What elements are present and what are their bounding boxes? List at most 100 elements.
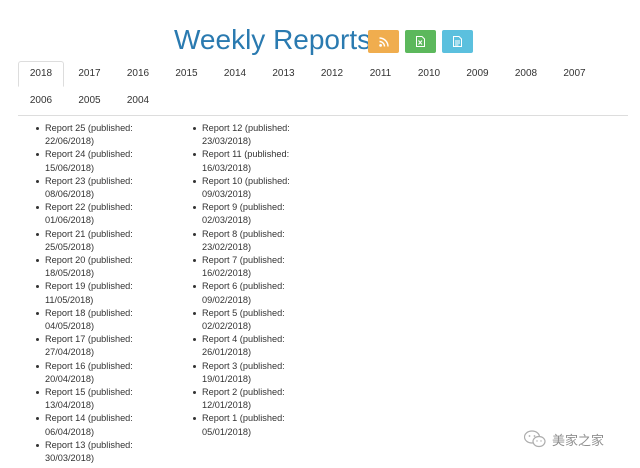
report-date: 19/01/2018) — [202, 373, 252, 384]
report-list-item[interactable]: Report 15 (published: 13/04/2018) — [36, 386, 145, 412]
report-link[interactable]: Report 4 (published: — [202, 334, 285, 344]
report-link[interactable]: Report 15 (published: — [45, 387, 133, 397]
report-link[interactable]: Report 5 (published: — [202, 308, 285, 318]
report-link[interactable]: Report 12 (published: — [202, 123, 290, 133]
report-list-item[interactable]: Report 18 (published: 04/05/2018) — [36, 307, 145, 333]
report-list-item[interactable]: Report 9 (published: 02/03/2018) — [193, 201, 302, 227]
report-list-item[interactable]: Report 1 (published: 05/01/2018) — [193, 412, 302, 438]
report-list-item[interactable]: Report 12 (published: 23/03/2018) — [193, 122, 302, 148]
report-list-item[interactable]: Report 23 (published: 08/06/2018) — [36, 175, 145, 201]
report-list-item[interactable]: Report 11 (published: 16/03/2018) — [193, 148, 302, 174]
report-list-item[interactable]: Report 17 (published: 27/04/2018) — [36, 333, 145, 359]
tabs-divider — [18, 115, 628, 116]
tab-2012[interactable]: 2012 — [309, 61, 355, 87]
report-link[interactable]: Report 8 (published: — [202, 229, 285, 239]
report-date: 08/06/2018) — [45, 189, 95, 200]
rss-icon — [378, 36, 389, 47]
report-date: 02/03/2018) — [202, 215, 252, 226]
report-link[interactable]: Report 18 (published: — [45, 308, 133, 318]
excel-file-icon — [416, 36, 425, 47]
tab-2005[interactable]: 2005 — [67, 88, 113, 114]
report-list-item[interactable]: Report 25 (published: 22/06/2018) — [36, 122, 145, 148]
report-list-item[interactable]: Report 2 (published: 12/01/2018) — [193, 386, 302, 412]
report-date: 04/05/2018) — [45, 321, 95, 332]
report-link[interactable]: Report 7 (published: — [202, 255, 285, 265]
tab-2017[interactable]: 2017 — [67, 61, 113, 87]
tab-2004[interactable]: 2004 — [115, 88, 161, 114]
tab-2008[interactable]: 2008 — [503, 61, 549, 87]
report-date: 20/04/2018) — [45, 373, 95, 384]
page-header: Weekly Reports — [0, 22, 640, 58]
wechat-icon — [524, 430, 546, 448]
report-list-item[interactable]: Report 22 (published: 01/06/2018) — [36, 201, 145, 227]
tab-2011[interactable]: 2011 — [358, 61, 404, 87]
report-date: 06/04/2018) — [45, 426, 95, 437]
report-list-item[interactable]: Report 7 (published: 16/02/2018) — [193, 254, 302, 280]
report-link[interactable]: Report 19 (published: — [45, 281, 133, 291]
tab-2013[interactable]: 2013 — [261, 61, 307, 87]
watermark: 美家之家 — [524, 428, 604, 450]
tab-2018[interactable]: 2018 — [18, 61, 64, 87]
report-link[interactable]: Report 11 (published: — [202, 149, 289, 159]
report-date: 16/03/2018) — [202, 162, 252, 173]
tab-2015[interactable]: 2015 — [164, 61, 210, 87]
document-file-icon — [453, 36, 462, 47]
tab-2016[interactable]: 2016 — [115, 61, 161, 87]
report-list-item[interactable]: Report 8 (published: 23/02/2018) — [193, 228, 302, 254]
tab-2007[interactable]: 2007 — [552, 61, 598, 87]
report-link[interactable]: Report 14 (published: — [45, 413, 133, 423]
report-list-item[interactable]: Report 13 (published: 30/03/2018) — [36, 439, 145, 465]
tab-2006[interactable]: 2006 — [18, 88, 64, 114]
report-link[interactable]: Report 10 (published: — [202, 176, 290, 186]
report-date: 27/04/2018) — [45, 347, 95, 358]
report-date: 30/03/2018) — [45, 453, 95, 464]
tab-2010[interactable]: 2010 — [406, 61, 452, 87]
rss-feed-button[interactable] — [368, 30, 399, 53]
report-list-item[interactable]: Report 14 (published: 06/04/2018) — [36, 412, 145, 438]
report-list-item[interactable]: Report 24 (published: 15/06/2018) — [36, 148, 145, 174]
report-date: 13/04/2018) — [45, 400, 95, 411]
report-date: 09/03/2018) — [202, 189, 252, 200]
report-date: 23/03/2018) — [202, 136, 252, 147]
report-link[interactable]: Report 1 (published: — [202, 413, 285, 423]
report-link[interactable]: Report 25 (published: — [45, 123, 133, 133]
report-link[interactable]: Report 13 (published: — [45, 440, 133, 450]
report-list-column-1: Report 25 (published: 22/06/2018) Report 2… — [36, 122, 145, 465]
report-list-item[interactable]: Report 5 (published: 02/02/2018) — [193, 307, 302, 333]
report-link[interactable]: Report 6 (published: — [202, 281, 285, 291]
report-list-item[interactable]: Report 10 (published: 09/03/2018) — [193, 175, 302, 201]
report-link[interactable]: Report 22 (published: — [45, 202, 133, 212]
report-link[interactable]: Report 21 (published: — [45, 229, 133, 239]
report-list-item[interactable]: Report 16 (published: 20/04/2018) — [36, 360, 145, 386]
report-date: 01/06/2018) — [45, 215, 95, 226]
tab-2014[interactable]: 2014 — [212, 61, 258, 87]
report-date: 26/01/2018) — [202, 347, 252, 358]
report-date: 12/01/2018) — [202, 400, 252, 411]
report-link[interactable]: Report 16 (published: — [45, 361, 133, 371]
report-list-item[interactable]: Report 3 (published: 19/01/2018) — [193, 360, 302, 386]
tab-2009[interactable]: 2009 — [455, 61, 501, 87]
excel-download-button[interactable] — [405, 30, 436, 53]
report-link[interactable]: Report 23 (published: — [45, 176, 133, 186]
report-date: 25/05/2018) — [45, 241, 95, 252]
watermark-text: 美家之家 — [552, 433, 605, 449]
year-tabs: 2018 2017 2016 2015 2014 2013 2012 2011 2010 2009… — [18, 60, 628, 116]
report-date: 22/06/2018) — [45, 136, 95, 147]
report-link[interactable]: Report 20 (published: — [45, 255, 133, 265]
report-list-item[interactable]: Report 6 (published: 09/02/2018) — [193, 280, 302, 306]
report-link[interactable]: Report 2 (published: — [202, 387, 285, 397]
report-date: 16/02/2018) — [202, 268, 252, 279]
page-title: Weekly Reports — [174, 24, 372, 55]
report-list-item[interactable]: Report 20 (published: 18/05/2018) — [36, 254, 145, 280]
report-link[interactable]: Report 3 (published: — [202, 361, 285, 371]
report-link[interactable]: Report 24 (published: — [45, 149, 133, 159]
report-date: 05/01/2018) — [202, 426, 252, 437]
report-link[interactable]: Report 17 (published: — [45, 334, 133, 344]
report-list-column-2: Report 12 (published: 23/03/2018) Report 1… — [193, 122, 302, 439]
document-download-button[interactable] — [442, 30, 473, 53]
report-list-item[interactable]: Report 19 (published: 11/05/2018) — [36, 280, 145, 306]
report-list-item[interactable]: Report 4 (published: 26/01/2018) — [193, 333, 302, 359]
report-list-item[interactable]: Report 21 (published: 25/05/2018) — [36, 228, 145, 254]
report-date: 02/02/2018) — [202, 321, 252, 332]
report-link[interactable]: Report 9 (published: — [202, 202, 285, 212]
